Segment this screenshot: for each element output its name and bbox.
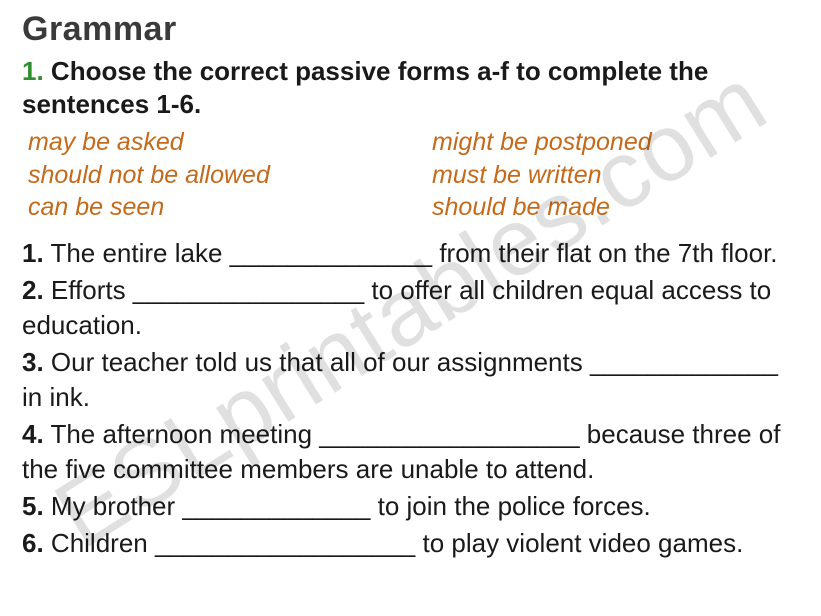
sentence-row: 6. Children __________________ to play v…	[22, 526, 799, 561]
sentence-text-before: Efforts	[44, 275, 133, 305]
sentence-row: 5. My brother _____________ to join the …	[22, 489, 799, 524]
sentence-text-after: to play violent video games.	[415, 528, 743, 558]
option-item: may be asked	[28, 126, 432, 159]
instruction-line: 1. Choose the correct passive forms a-f …	[22, 55, 799, 120]
option-item: should be made	[432, 191, 805, 224]
option-item: must be written	[432, 159, 805, 192]
sentence-number: 2.	[22, 275, 44, 305]
blank-field[interactable]: __________________	[155, 528, 415, 558]
sentence-number: 3.	[22, 347, 44, 377]
sentence-row: 4. The afternoon meeting _______________…	[22, 417, 799, 487]
sentence-text-after: to join the police forces.	[370, 491, 650, 521]
sentence-text-after: in ink.	[22, 382, 90, 412]
instruction-number: 1.	[22, 56, 44, 86]
option-item: should not be allowed	[28, 159, 432, 192]
worksheet-page: ESLprintables.com Grammar 1. Choose the …	[0, 0, 821, 616]
sentence-number: 4.	[22, 419, 44, 449]
sentence-text-before: The afternoon meeting	[44, 419, 320, 449]
blank-field[interactable]: _____________	[182, 491, 370, 521]
sentences-block: 1. The entire lake ______________ from t…	[22, 236, 799, 562]
blank-field[interactable]: ______________	[230, 238, 432, 268]
options-column-2: might be postponed must be written shoul…	[432, 126, 805, 224]
sentence-row: 3. Our teacher told us that all of our a…	[22, 345, 799, 415]
sentence-number: 5.	[22, 491, 44, 521]
option-item: might be postponed	[432, 126, 805, 159]
sentence-text-before: Children	[44, 528, 155, 558]
blank-field[interactable]: ________________	[133, 275, 364, 305]
sentence-number: 6.	[22, 528, 44, 558]
options-column-1: may be asked should not be allowed can b…	[22, 126, 432, 224]
blank-field[interactable]: __________________	[319, 419, 579, 449]
section-title: Grammar	[22, 10, 799, 49]
blank-field[interactable]: _____________	[590, 347, 778, 377]
sentence-row: 2. Efforts ________________ to offer all…	[22, 273, 799, 343]
sentence-text-before: The entire lake	[44, 238, 230, 268]
instruction-text: Choose the correct passive forms a-f to …	[22, 56, 708, 119]
sentence-row: 1. The entire lake ______________ from t…	[22, 236, 799, 271]
option-item: can be seen	[28, 191, 432, 224]
options-box: may be asked should not be allowed can b…	[22, 126, 799, 224]
sentence-number: 1.	[22, 238, 44, 268]
sentence-text-before: My brother	[44, 491, 183, 521]
sentence-text-after: from their flat on the 7th floor.	[432, 238, 777, 268]
sentence-text-before: Our teacher told us that all of our assi…	[44, 347, 590, 377]
